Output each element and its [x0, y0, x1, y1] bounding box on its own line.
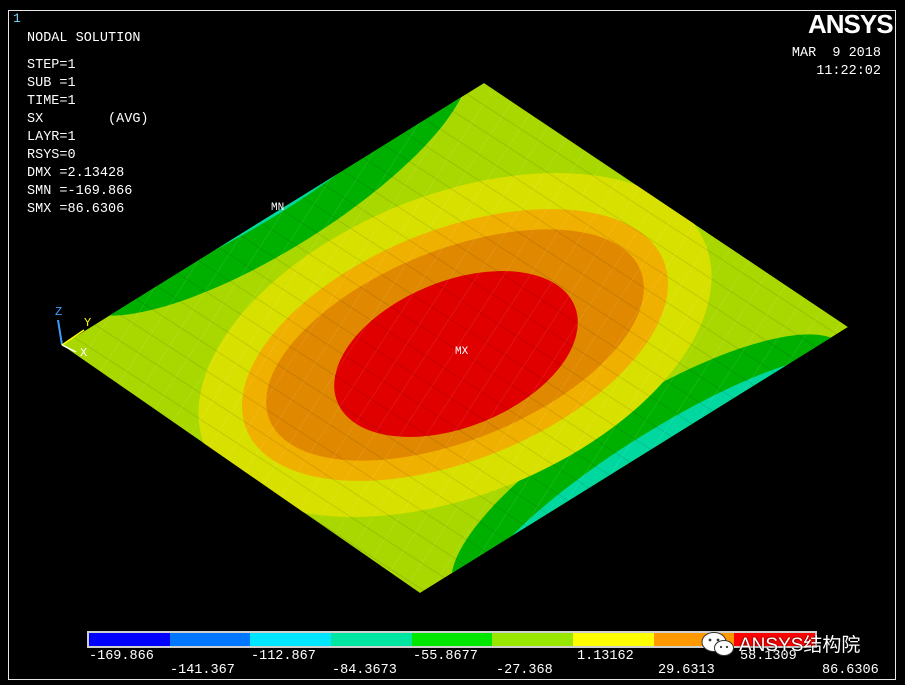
legend-color-band — [169, 633, 251, 646]
legend-label: -27.368 — [496, 663, 553, 678]
legend-label: -141.367 — [170, 663, 235, 678]
triad-x-label: X — [80, 346, 87, 360]
legend-label: -169.866 — [89, 649, 154, 664]
legend-color-band — [89, 633, 170, 646]
watermark-text: ANSYS结构院 — [739, 635, 861, 656]
legend-label: -55.8677 — [413, 649, 478, 664]
legend-color-band — [411, 633, 493, 646]
legend-label: 1.13162 — [577, 649, 634, 664]
triad-y-label: Y — [84, 316, 91, 330]
triad-z-label: Z — [55, 305, 62, 319]
legend-color-band — [331, 633, 412, 646]
legend-color-band — [492, 633, 574, 646]
legend-color-band — [250, 633, 332, 646]
watermark: ANSYS结构院 — [701, 630, 860, 657]
max-marker: MX — [455, 346, 469, 358]
legend-color-band — [573, 633, 654, 646]
legend-label: -84.3673 — [332, 663, 397, 678]
legend-label: 29.6313 — [658, 663, 715, 678]
wechat-icon — [701, 631, 734, 656]
plate-surface — [62, 83, 848, 593]
legend-label: -112.867 — [251, 649, 316, 664]
legend-label: 86.6306 — [822, 663, 879, 678]
min-marker: MN — [271, 202, 284, 214]
contour-plot[interactable]: MN MX Z Y X — [0, 0, 905, 685]
